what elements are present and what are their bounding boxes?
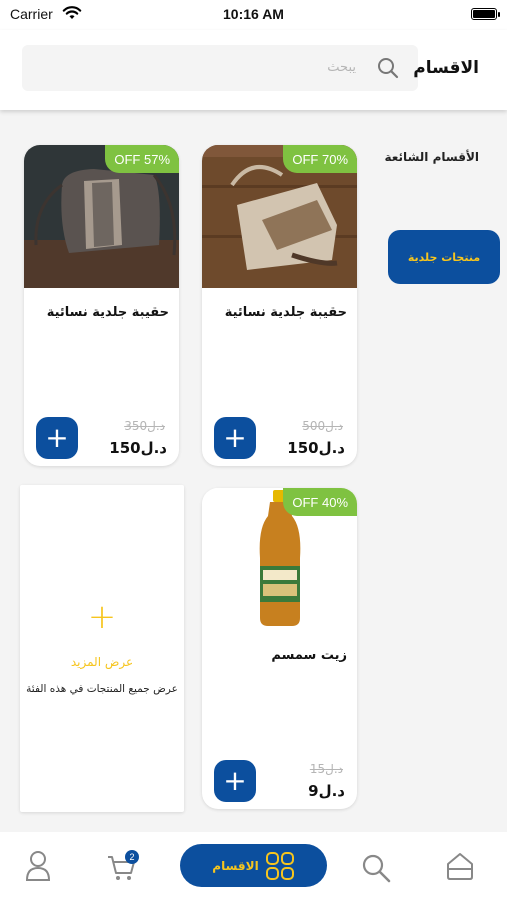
product-name: زيت سمسم	[271, 648, 347, 663]
home-icon[interactable]	[444, 850, 476, 882]
product-card[interactable]: OFF 70% حقيبة جلدية نسائية 500د.ل 150د.ل…	[202, 145, 357, 466]
show-more-card[interactable]: + عرض المزيد عرض جميع المنتجات في هذه ال…	[20, 485, 184, 812]
product-price: 150د.ل	[109, 439, 167, 457]
popular-categories-label: الأقسام الشائعة	[384, 150, 480, 164]
discount-badge: OFF 40%	[283, 488, 357, 516]
category-label: منتجات جلدية	[407, 250, 481, 264]
search-icon	[378, 58, 399, 79]
product-old-price: 500د.ل	[302, 419, 343, 433]
page-title: الاقسام	[413, 58, 479, 78]
category-leather-products[interactable]: منتجات جلدية	[388, 230, 500, 284]
plus-icon: +	[87, 597, 117, 637]
plus-icon: +	[223, 421, 247, 454]
plus-icon: +	[45, 421, 69, 454]
status-bar: Carrier 10:16 AM	[0, 0, 507, 30]
categories-nav-button[interactable]: الاقسام	[180, 844, 327, 887]
header: يبحث الاقسام	[0, 30, 507, 110]
product-old-price: 350د.ل	[124, 419, 165, 433]
profile-icon[interactable]	[25, 850, 51, 882]
product-old-price: 15د.ل	[309, 762, 343, 776]
add-to-cart-button[interactable]: +	[214, 417, 256, 459]
show-more-subtitle: عرض جميع المنتجات في هذه الفئة	[26, 683, 178, 695]
discount-badge: OFF 70%	[283, 145, 357, 173]
categories-nav-label: الاقسام	[212, 858, 259, 873]
clock: 10:16 AM	[223, 6, 284, 22]
battery-icon	[471, 8, 500, 20]
bottom-nav: 2 الاقسام	[0, 832, 507, 900]
add-to-cart-button[interactable]: +	[214, 760, 256, 802]
search-placeholder: يبحث	[327, 60, 356, 75]
search-icon[interactable]	[360, 852, 392, 884]
search-input[interactable]: يبحث	[22, 45, 418, 91]
grid-icon	[265, 851, 294, 880]
add-to-cart-button[interactable]: +	[36, 417, 78, 459]
plus-icon: +	[223, 764, 247, 797]
cart-count-badge: 2	[125, 850, 139, 864]
product-price: 9د.ل	[308, 782, 345, 800]
product-name: حقيبة جلدية نسائية	[224, 305, 347, 320]
product-card[interactable]: OFF 57% حقيبة جلدية نسائية 350د.ل 150د.ل…	[24, 145, 179, 466]
product-name: حقيبة جلدية نسائية	[46, 305, 169, 320]
product-card[interactable]: OFF 40% زيت سمسم 15د.ل 9د.ل +	[202, 488, 357, 809]
discount-badge: OFF 57%	[105, 145, 179, 173]
show-more-title: عرض المزيد	[70, 655, 134, 669]
product-price: 150د.ل	[287, 439, 345, 457]
